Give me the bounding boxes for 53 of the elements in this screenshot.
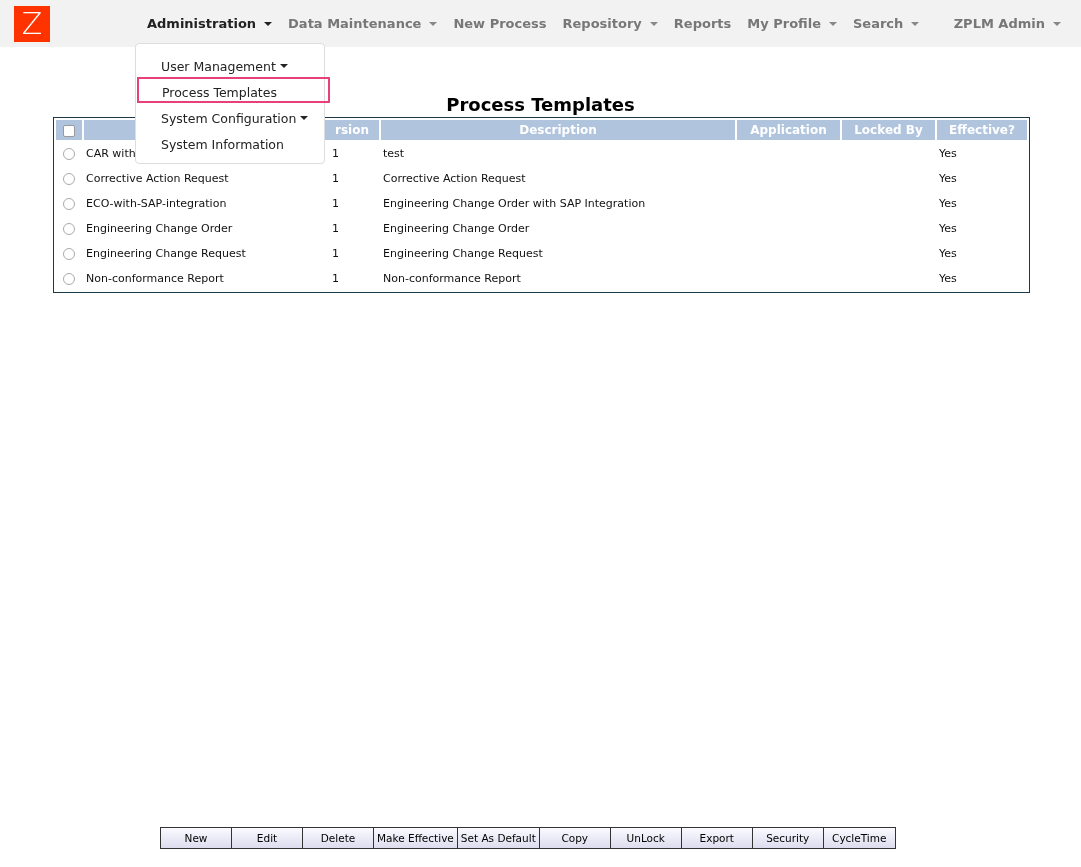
- nav-menu-item[interactable]: My Profile: [740, 12, 844, 35]
- action-button[interactable]: Copy: [539, 828, 611, 848]
- action-button[interactable]: New: [161, 828, 232, 848]
- nav-menu-item[interactable]: Repository: [555, 12, 665, 35]
- page-title: Process Templates: [445, 94, 636, 115]
- table-cell: 1: [332, 272, 339, 285]
- table-cell: Non-conformance Report: [86, 272, 224, 285]
- table-cell: Engineering Change Request: [383, 247, 543, 260]
- table-cell: CAR with: [86, 147, 136, 160]
- table-cell: 1: [332, 222, 339, 235]
- table-cell: Yes: [939, 222, 957, 235]
- action-button[interactable]: Delete: [303, 828, 374, 848]
- row-radio[interactable]: [63, 273, 75, 285]
- action-button[interactable]: Security: [752, 828, 824, 848]
- row-radio[interactable]: [63, 148, 75, 160]
- table-cell: 1: [332, 172, 339, 185]
- row-radio[interactable]: [63, 198, 75, 210]
- action-button[interactable]: Make Effective: [374, 828, 458, 848]
- row-radio[interactable]: [63, 223, 75, 235]
- table-cell: Yes: [939, 272, 957, 285]
- table-cell: Yes: [939, 172, 957, 185]
- nav-menu-item[interactable]: Administration: [140, 12, 280, 35]
- table-cell: Corrective Action Request: [86, 172, 229, 185]
- action-button[interactable]: Set As Default: [457, 828, 540, 848]
- nav-menu-item[interactable]: New Process: [446, 12, 554, 35]
- table-cell: ECO-with-SAP-integration: [86, 197, 227, 210]
- table-cell: 1: [332, 247, 339, 260]
- table-cell: Yes: [939, 197, 957, 210]
- table-cell: Non-conformance Report: [383, 272, 521, 285]
- menu-item[interactable]: Process Templates: [137, 77, 330, 103]
- table-cell: Engineering Change Order: [383, 222, 530, 235]
- table-cell: Engineering Change Order: [86, 222, 233, 235]
- action-button[interactable]: Edit: [232, 828, 303, 848]
- table-cell: Corrective Action Request: [383, 172, 526, 185]
- table-cell: Engineering Change Order with SAP Integration: [383, 197, 646, 210]
- nav-menu-item[interactable]: Reports: [666, 12, 739, 35]
- logo[interactable]: Z: [14, 5, 50, 42]
- user-menu[interactable]: ZPLM Admin: [946, 12, 1067, 35]
- select-all-checkbox[interactable]: [63, 124, 75, 137]
- action-button[interactable]: CycleTime: [823, 828, 895, 848]
- action-button[interactable]: Export: [681, 828, 753, 848]
- table-cell: Engineering Change Request: [86, 247, 246, 260]
- table-cell: test: [383, 147, 405, 160]
- menu-item[interactable]: User Management: [136, 51, 324, 77]
- table-cell: Yes: [939, 247, 957, 260]
- nav-menu-item[interactable]: Search: [846, 12, 927, 35]
- row-radio[interactable]: [63, 248, 75, 260]
- action-button[interactable]: UnLock: [610, 828, 682, 848]
- table-cell: 1: [332, 147, 339, 160]
- row-radio[interactable]: [63, 173, 75, 185]
- nav-menu-item[interactable]: Data Maintenance: [281, 12, 445, 35]
- table-cell: 1: [332, 197, 339, 210]
- table-cell: Yes: [939, 147, 957, 160]
